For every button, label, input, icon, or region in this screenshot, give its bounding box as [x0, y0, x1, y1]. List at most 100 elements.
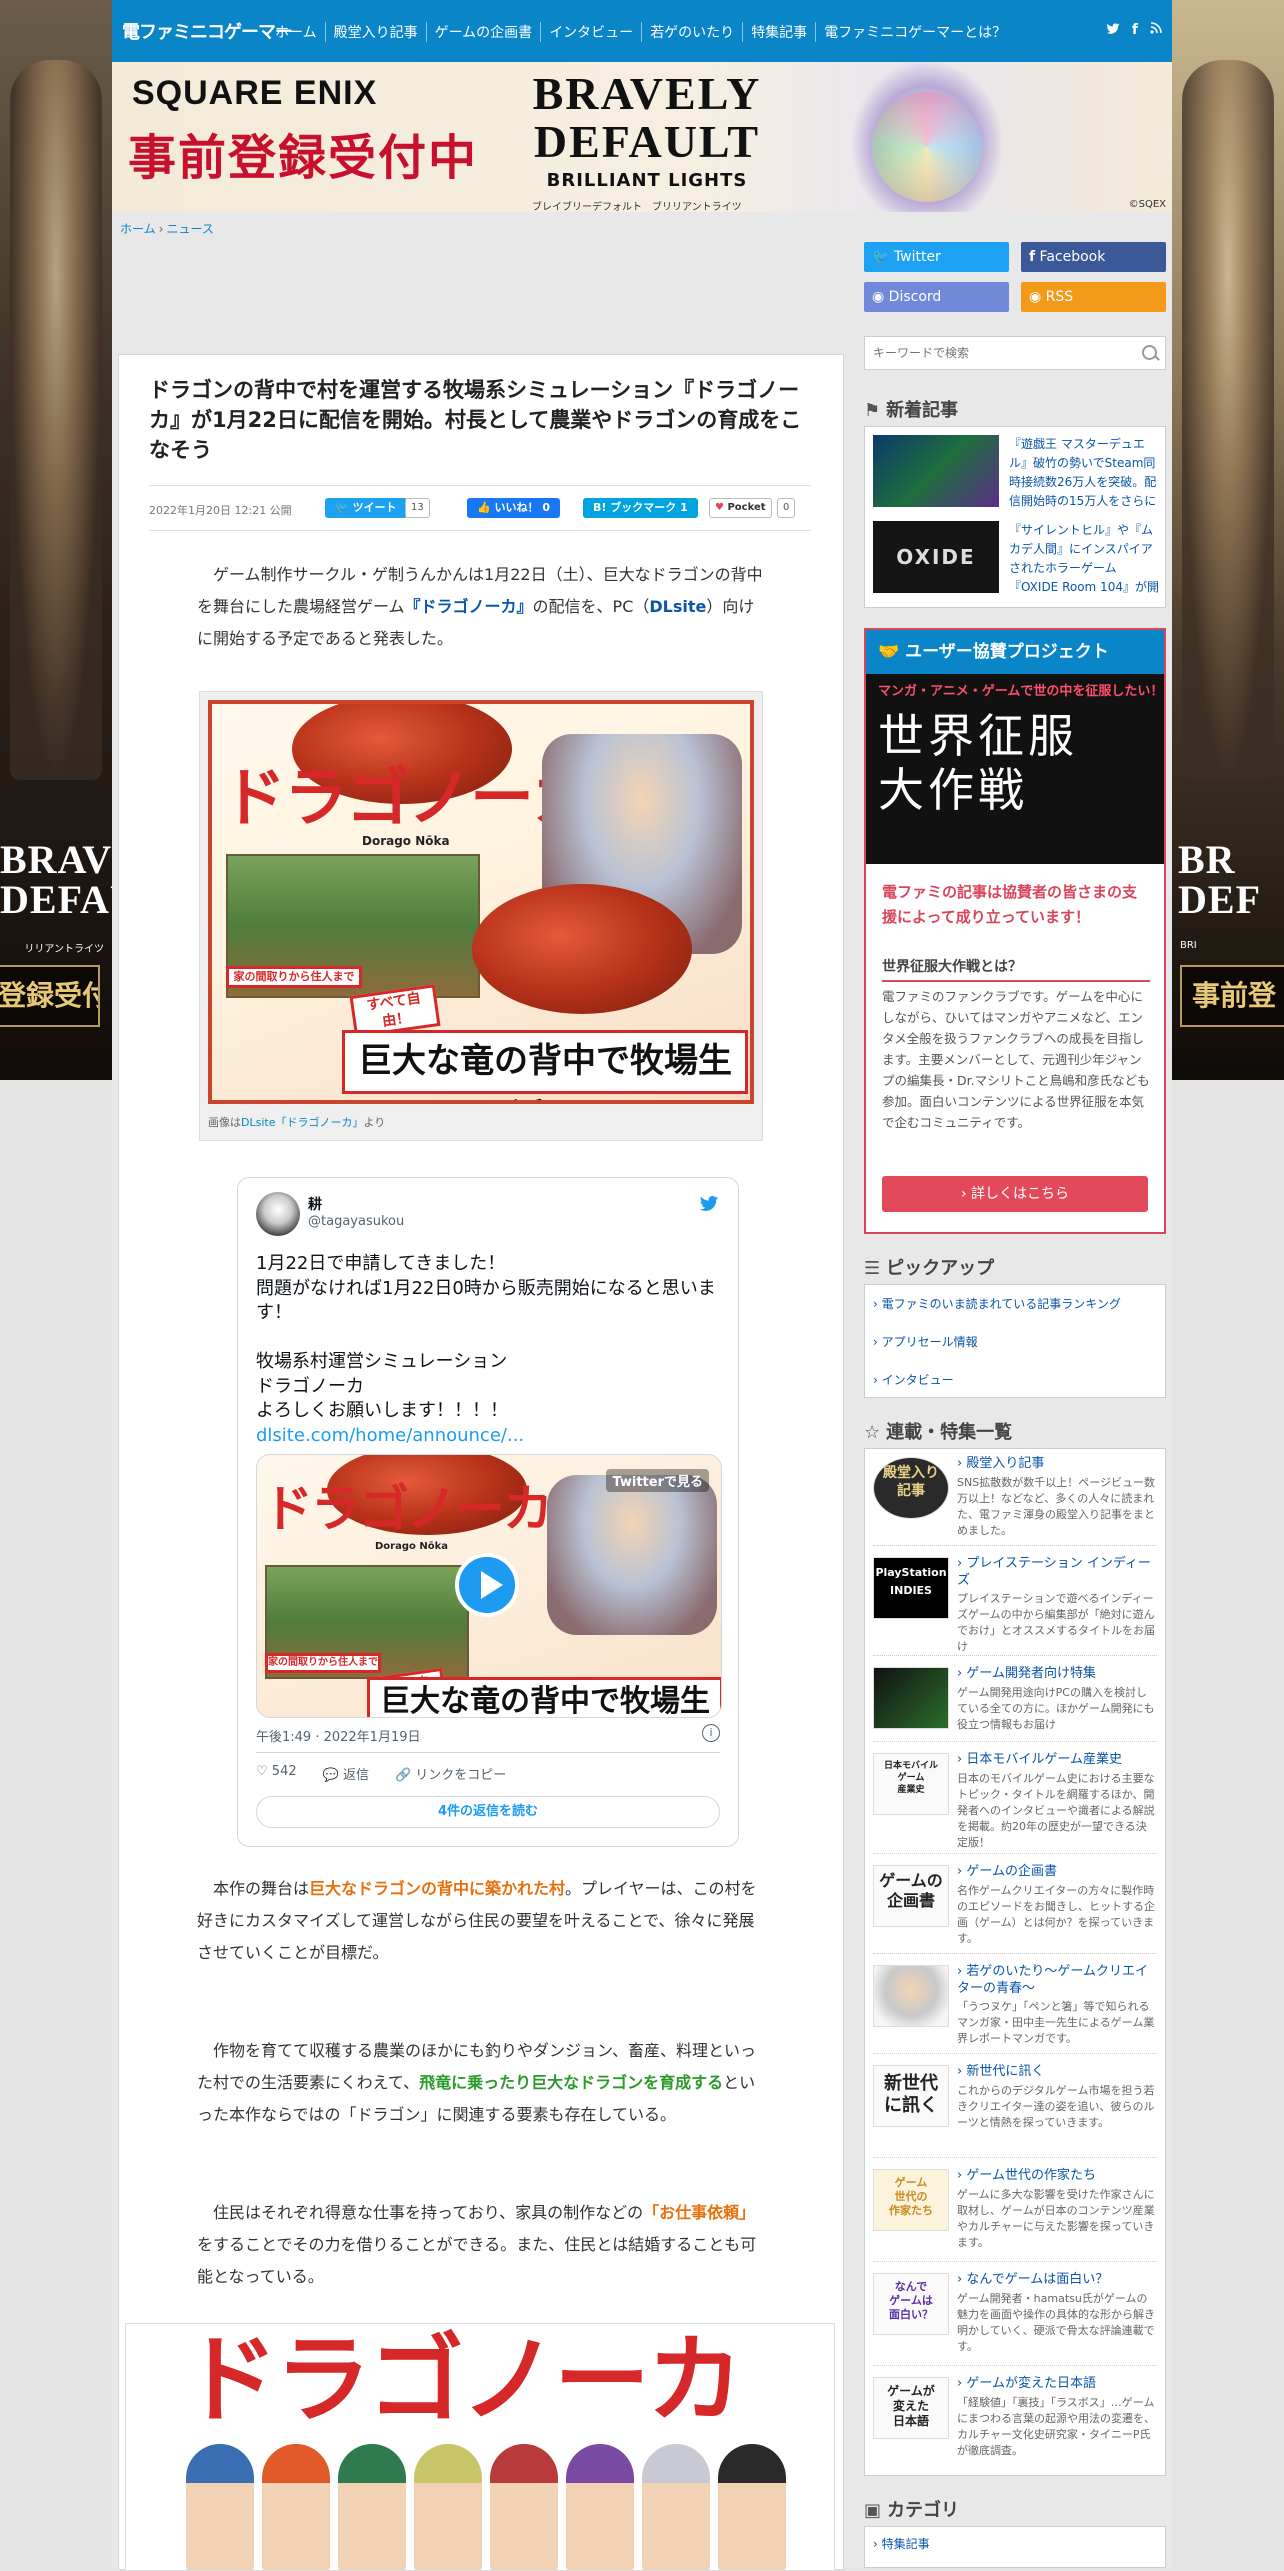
news-thumbnail[interactable]: OXIDE	[873, 521, 999, 593]
reply-action[interactable]: 💬 返信	[323, 1764, 369, 1783]
series-thumbnail[interactable]: PlayStation INDIES	[873, 1557, 949, 1619]
pickup-item[interactable]: › 電ファミのいま読まれている記事ランキング	[873, 1295, 1157, 1312]
left-side-ad-banner[interactable]: BRAVELY DEFAULT リリアントライツ 事前登録受付中！	[0, 0, 112, 1080]
news-title[interactable]: 『遊戯王 マスターデュエル』破竹の勢いでSteam同時接続数26万人を突破。配信…	[1009, 435, 1159, 507]
series-title[interactable]: › プレイステーション インディーズ	[957, 1555, 1157, 1589]
list-item[interactable]: なんで ゲームは 面白い？ › なんでゲームは面白い？ ゲーム開発者・hamat…	[873, 2265, 1157, 2366]
series-title[interactable]: › 日本モバイルゲーム産業史	[957, 1751, 1157, 1768]
series-description: 名作ゲームクリエイターの方々に製作時のエピソードをお聞きし、ヒットする企画（ゲー…	[957, 1884, 1155, 1945]
list-item[interactable]: ゲームが 変えた 日本語 › ゲームが変えた日本語 「経験値」「裏技」「ラスボス…	[873, 2369, 1157, 2469]
facebook-follow-button[interactable]: f Facebook	[1021, 242, 1166, 272]
series-title[interactable]: › ゲームの企画書	[957, 1863, 1157, 1880]
play-icon[interactable]	[455, 1553, 519, 1617]
series-title[interactable]: › 若ゲのいたり～ゲームクリエイターの青春～	[957, 1963, 1157, 1997]
link-icon: 🔗	[394, 1768, 412, 1783]
series-thumbnail[interactable]: ゲーム 世代の 作家たち	[873, 2169, 949, 2231]
twitter-icon[interactable]	[1106, 22, 1120, 40]
search-icon[interactable]	[1142, 345, 1157, 360]
hatena-bookmark-button[interactable]: B! ブックマーク 1	[583, 498, 698, 518]
series-title[interactable]: › ゲームが変えた日本語	[957, 2375, 1157, 2392]
ad-cta[interactable]: 事前登	[1180, 965, 1284, 1027]
caption-source-link[interactable]: DLsite「ドラゴノーカ」	[241, 1116, 363, 1129]
game-tag-1: 家の間取りから住人まで	[226, 966, 362, 988]
ad-cta[interactable]: 事前登録受付中！	[0, 965, 100, 1027]
category-item[interactable]: › 特集記事	[873, 2535, 1157, 2552]
rss-button[interactable]: ◉ RSS	[1021, 282, 1166, 312]
list-item[interactable]: ゲーム 世代の 作家たち › ゲーム世代の作家たち ゲームに多大な影響を受けた作…	[873, 2161, 1157, 2262]
twitter-bird-icon[interactable]	[698, 1194, 720, 1220]
discord-button[interactable]: ◉ Discord	[864, 282, 1009, 312]
tweet-author-handle[interactable]: @tagayasukou	[308, 1214, 404, 1229]
pickup-item[interactable]: › インタビュー	[873, 1371, 1157, 1388]
nav-home[interactable]: ホーム	[275, 22, 325, 42]
ad-game-kana: ブレイブリーデフォルト ブリリアントライツ	[532, 202, 742, 212]
rss-icon[interactable]	[1150, 22, 1162, 40]
nav-wakage[interactable]: 若ゲのいたり	[641, 22, 742, 42]
nav-hall-of-fame[interactable]: 殿堂入り記事	[324, 22, 426, 42]
list-item[interactable]: › 若ゲのいたり～ゲームクリエイターの青春～ 「うつヌケ」「ペンと箸」等で知られ…	[873, 1957, 1157, 2054]
series-title[interactable]: › なんでゲームは面白い？	[957, 2271, 1157, 2288]
list-item[interactable]: 新世代 に訊く › 新世代に訊く これからのデジタルゲーム市場を担う若きクリエイ…	[873, 2057, 1157, 2158]
news-title[interactable]: 『サイレントヒル』や『ムカデ人間』にインスパイアされたホラーゲーム『OXIDE …	[1009, 521, 1159, 593]
read-replies-button[interactable]: 4件の返信を読む	[256, 1796, 720, 1828]
series-thumbnail[interactable]	[873, 1667, 949, 1729]
copy-link-action[interactable]: 🔗 リンクをコピー	[395, 1764, 506, 1783]
series-thumbnail[interactable]: ゲームの 企画書	[873, 1865, 949, 1927]
nav-game-proposal[interactable]: ゲームの企画書	[425, 22, 541, 42]
breadcrumb-news[interactable]: ニュース	[166, 222, 213, 236]
tweet-link[interactable]: dlsite.com/home/announce/...	[256, 1425, 524, 1446]
project-details-button[interactable]: › 詳しくはこちら	[882, 1176, 1148, 1212]
series-title[interactable]: › ゲーム世代の作家たち	[957, 2167, 1157, 2184]
list-item[interactable]: ゲームの 企画書 › ゲームの企画書 名作ゲームクリエイターの方々に製作時のエピ…	[873, 1857, 1157, 1954]
site-logo[interactable]: 電ファミニコゲーマー	[122, 18, 293, 44]
pickup-item[interactable]: › アプリセール情報	[873, 1333, 1157, 1350]
article-figure-2[interactable]: ドラゴノーカ	[125, 2323, 835, 2571]
nav-interview[interactable]: インタビュー	[540, 22, 641, 42]
like-action[interactable]: ♡ 542	[256, 1764, 297, 1783]
watch-on-twitter-button[interactable]: Twitterで見る	[606, 1469, 709, 1492]
twitter-follow-button[interactable]: 🐦 Twitter	[864, 242, 1009, 272]
embedded-tweet[interactable]: 耕 @tagayasukou 1月22日で申請してきました！ 問題がなければ1月…	[237, 1177, 739, 1847]
project-banner[interactable]: マンガ・アニメ・ゲームで世の中を征服したい！ 世界征服 大作戦	[866, 674, 1164, 864]
series-thumbnail[interactable]: 殿堂入り 記事	[873, 1457, 949, 1519]
news-thumbnail[interactable]	[873, 435, 999, 507]
breadcrumb-home[interactable]: ホーム	[120, 222, 156, 236]
site-header: 電ファミニコゲーマー ホーム 殿堂入り記事 ゲームの企画書 インタビュー 若ゲの…	[112, 0, 1172, 62]
tweet-video[interactable]: ドラゴノーカ Dorago Nōka 家の間取りから住人まで すべて自由！ 巨大…	[256, 1454, 722, 1718]
tweet-author-name[interactable]: 耕	[308, 1194, 322, 1214]
like-button[interactable]: 👍 いいね！ 0	[467, 498, 561, 518]
list-item[interactable]: 日本モバイル ゲーム 産業史 › 日本モバイルゲーム産業史 日本のモバイルゲーム…	[873, 1745, 1157, 1854]
info-icon[interactable]: i	[702, 1724, 720, 1742]
nav-features[interactable]: 特集記事	[742, 22, 815, 42]
list-item[interactable]: › ゲーム開発者向け特集 ゲーム開発用途向けPCの購入を検討している全ての方に。…	[873, 1659, 1157, 1742]
series-thumbnail[interactable]: 新世代 に訊く	[873, 2065, 949, 2127]
avatar[interactable]	[256, 1192, 300, 1236]
game-key-visual[interactable]: ドラゴノーカ Dorago Nōka 家の間取りから住人まで すべて自由！ 巨大…	[208, 700, 754, 1104]
game-romaji: Dorago Nōka	[362, 834, 450, 848]
tweet-button[interactable]: 🐦 ツイート	[325, 498, 407, 518]
list-item[interactable]: 殿堂入り 記事 › 殿堂入り記事 SNS拡散数が数千以上！ページビュー数万以上！…	[873, 1449, 1157, 1546]
facebook-icon[interactable]: f	[1132, 22, 1138, 40]
series-thumbnail[interactable]	[873, 1965, 949, 2027]
breadcrumb-separator: ›	[158, 222, 164, 236]
series-thumbnail[interactable]: ゲームが 変えた 日本語	[873, 2377, 949, 2439]
list-item[interactable]: PlayStation INDIES › プレイステーション インディーズ プレ…	[873, 1549, 1157, 1656]
series-thumbnail[interactable]: なんで ゲームは 面白い？	[873, 2273, 949, 2335]
series-title[interactable]: › 殿堂入り記事	[957, 1455, 1157, 1472]
tweet-timestamp[interactable]: 午後1:49 · 2022年1月19日	[256, 1726, 421, 1745]
right-side-ad-banner[interactable]: BR DEF BRI 事前登	[1172, 0, 1284, 1080]
top-ad-banner[interactable]: SQUARE ENIX 事前登録受付中 BRAVELY DEFAULT BRIL…	[112, 62, 1172, 212]
dlsite-link[interactable]: DLsite	[649, 597, 706, 616]
tweet-text: 1月22日で申請してきました！ 問題がなければ1月22日0時から販売開始になると…	[256, 1253, 716, 1446]
series-thumbnail[interactable]: 日本モバイル ゲーム 産業史	[873, 1753, 949, 1815]
pocket-button[interactable]: ♥ Pocket	[709, 498, 772, 518]
list-item[interactable]: OXIDE 『サイレントヒル』や『ムカデ人間』にインスパイアされたホラーゲーム『…	[873, 521, 1159, 597]
series-title[interactable]: › ゲーム開発者向け特集	[957, 1665, 1157, 1682]
series-title[interactable]: › 新世代に訊く	[957, 2063, 1157, 2080]
project-lead: 電ファミの記事は協賛者の皆さまの支援によって成り立っています！	[882, 883, 1138, 926]
nav-about[interactable]: 電ファミニコゲーマーとは？	[815, 22, 1014, 42]
game-title-link[interactable]: 『ドラゴノーカ』	[405, 597, 533, 616]
search-input[interactable]	[871, 337, 1125, 369]
character-lineup-art	[186, 2444, 786, 2570]
list-item[interactable]: 『遊戯王 マスターデュエル』破竹の勢いでSteam同時接続数26万人を突破。配信…	[873, 435, 1157, 511]
